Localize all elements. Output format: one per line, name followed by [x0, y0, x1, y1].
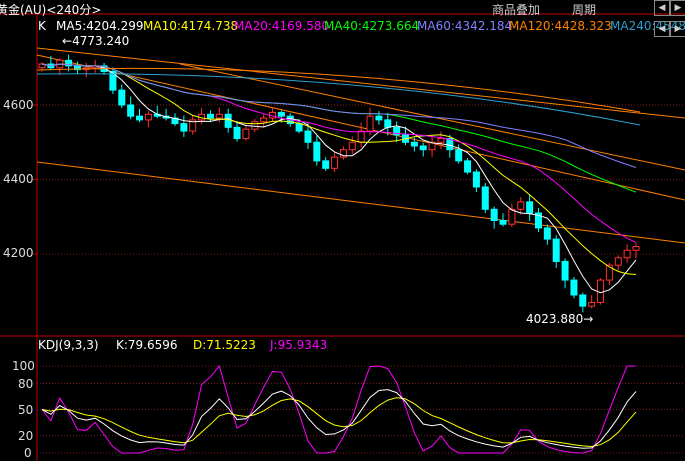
candle-body	[437, 138, 445, 143]
arrow-right-icon: →	[583, 312, 594, 326]
ma120-label: MA120:4428.323	[509, 19, 612, 33]
k-label: K	[38, 19, 46, 33]
candle-body	[410, 141, 418, 147]
candle-body	[313, 141, 321, 162]
ma10-label: MA10:4174.738	[143, 19, 239, 33]
candle-body	[543, 227, 551, 240]
low-annotation: 4023.880→	[526, 312, 593, 326]
candle-body	[384, 119, 392, 128]
candle-body	[304, 130, 312, 143]
candle-body	[561, 260, 569, 281]
candle-body	[118, 89, 126, 106]
high-value: 4773.240	[72, 34, 130, 48]
candle-body	[331, 156, 339, 169]
kdj-axis-0: 0	[24, 446, 32, 460]
kdj-axis-20: 20	[18, 429, 34, 443]
kdj-axis-100: 100	[12, 359, 35, 373]
ma240-line	[36, 73, 641, 126]
candle-body	[579, 294, 587, 307]
candle-body	[206, 113, 214, 119]
low-value: 4023.880	[526, 312, 584, 326]
candle-body	[632, 246, 640, 251]
candle-body	[508, 208, 516, 225]
ma5-label: MA5:4204.299	[56, 19, 144, 33]
candle-body	[455, 149, 463, 162]
price-axis-4600: 4600	[3, 98, 34, 112]
trend-line-lower	[36, 161, 685, 244]
high-annotation: ←4773.240	[62, 34, 129, 48]
arrow-left-icon: ←	[62, 34, 73, 48]
menu-period[interactable]: 周期	[572, 1, 596, 18]
candle-body	[597, 279, 605, 303]
menu-overlay[interactable]: 商品叠加	[492, 1, 540, 18]
candle-body	[419, 145, 427, 151]
kdj-legend: KDJ(9,3,3) K:79.6596 D:71.5223 J:95.9343	[38, 338, 678, 354]
scroll-right-icon[interactable]: ▶	[670, 0, 685, 16]
candle-body	[260, 117, 268, 123]
candle-body	[570, 279, 578, 296]
candle-body	[623, 249, 631, 259]
candle-body	[144, 113, 152, 121]
moving-averages	[36, 63, 641, 294]
candle-body	[295, 123, 303, 132]
scroll-left-icon[interactable]: ◀	[654, 0, 670, 16]
candle-body	[490, 208, 498, 221]
trend-line-upper	[36, 47, 685, 119]
candle-body	[233, 126, 241, 140]
candle-body	[357, 130, 365, 143]
ma40-line	[41, 63, 637, 193]
candles	[38, 54, 640, 313]
candle-body	[481, 186, 489, 210]
instrument-title: 黄金(AU)<240分>	[0, 3, 102, 17]
ma40-label: MA40:4273.664	[324, 19, 420, 33]
candle-body	[224, 113, 232, 128]
candle-body	[322, 160, 330, 169]
ma20-label: MA20:4169.580	[234, 19, 330, 33]
kdj-name: KDJ(9,3,3)	[38, 338, 99, 352]
kdj-d-line	[41, 397, 637, 448]
candle-body	[215, 113, 223, 119]
candle-body	[348, 141, 356, 151]
candle-body	[517, 201, 525, 210]
candle-body	[375, 115, 383, 121]
kdj-k-value: K:79.6596	[116, 338, 178, 352]
candle-body	[526, 201, 534, 214]
candle-body	[242, 128, 250, 140]
price-chart[interactable]	[0, 0, 685, 461]
kdj-lines	[41, 364, 637, 454]
candle-body	[588, 301, 596, 307]
kdj-axis-50: 50	[18, 403, 34, 417]
candle-body	[366, 115, 374, 132]
candle-body	[552, 238, 560, 262]
ma-legend: K MA5:4204.299 MA10:4174.738 MA20:4169.5…	[0, 19, 685, 35]
zoom-out-icon[interactable]: ◀	[654, 21, 670, 37]
candle-body	[127, 104, 135, 117]
title-row: 黄金(AU)<240分> 商品叠加 周期	[0, 0, 685, 18]
candle-body	[499, 219, 507, 225]
candle-body	[464, 160, 472, 173]
candle-body	[472, 171, 480, 188]
zoom-in-icon[interactable]: ▶	[670, 21, 685, 37]
price-axis-4200: 4200	[3, 246, 34, 260]
kdj-axis-80: 80	[18, 377, 34, 391]
kdj-d-value: D:71.5223	[193, 338, 256, 352]
ma60-label: MA60:4342.184	[417, 19, 513, 33]
kdj-k-line	[41, 389, 637, 449]
candle-body	[251, 121, 259, 130]
price-axis-4400: 4400	[3, 172, 34, 186]
candle-body	[614, 257, 622, 266]
candle-body	[136, 115, 144, 121]
candle-body	[180, 123, 188, 132]
candle-body	[277, 111, 285, 117]
kdj-j-value: J:95.9343	[270, 338, 328, 352]
